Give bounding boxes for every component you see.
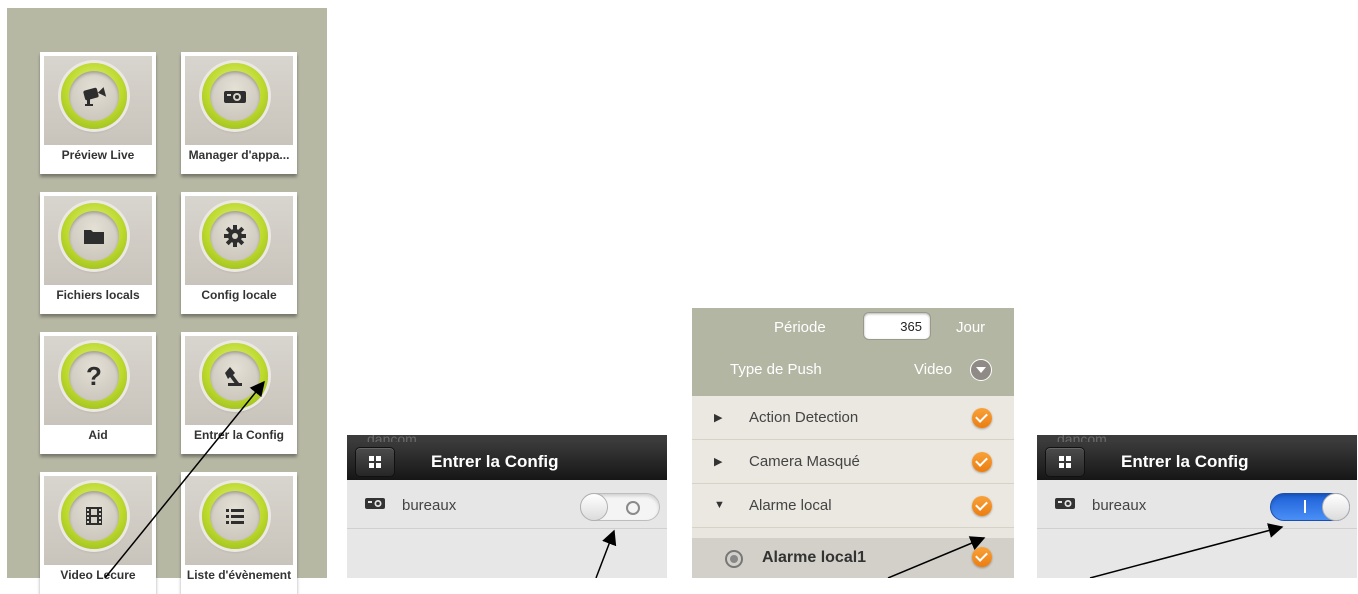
tile-preview-live[interactable]: Préview Live <box>40 52 156 174</box>
device-name: bureaux <box>1092 497 1147 514</box>
page-title: Entrer la Config <box>1121 452 1249 471</box>
video-camera-icon <box>83 87 107 106</box>
tile-label: Manager d'appa... <box>188 148 290 162</box>
config-panel-on: dancom Entrer la Config bureaux <box>1037 435 1357 578</box>
nav-bar: Entrer la Config <box>1037 442 1357 480</box>
tile-label: Config locale <box>201 288 277 302</box>
wrench-icon <box>225 367 242 386</box>
tile-device-manager[interactable]: Manager d'appa... <box>181 52 297 174</box>
list-item-camera-masque[interactable]: ▶ Camera Masqué <box>692 440 1014 484</box>
checkmark-icon[interactable] <box>972 408 992 428</box>
projector-icon <box>365 498 385 509</box>
tile-label: Fichiers locals <box>56 288 140 302</box>
periode-unit: Jour <box>956 319 986 336</box>
item-label: Alarme local <box>749 497 832 514</box>
tile-label: Video Lecure <box>60 568 136 582</box>
device-toggle[interactable] <box>580 493 660 521</box>
item-label: Alarme local1 <box>762 549 867 566</box>
tile-local-config[interactable]: Config locale <box>181 192 297 314</box>
periode-input[interactable]: 365 <box>863 312 931 340</box>
device-toggle[interactable] <box>1270 493 1350 521</box>
tile-aid[interactable]: ? Aid <box>40 332 156 454</box>
tile-video-playback[interactable]: Video Lecure <box>40 472 156 594</box>
chevron-right-icon: ▶ <box>714 412 723 424</box>
tile-label: Préview Live <box>61 148 135 162</box>
device-row[interactable]: bureaux <box>1037 480 1357 529</box>
film-icon <box>86 507 102 525</box>
tile-local-files[interactable]: Fichiers locals <box>40 192 156 314</box>
chevron-right-icon: ▶ <box>714 456 723 468</box>
list-item-alarme-local1[interactable]: Alarme local1 <box>692 538 1014 578</box>
push-type-value[interactable]: Video <box>914 361 952 378</box>
nav-bar: Entrer la Config <box>347 442 667 480</box>
item-label: Camera Masqué <box>749 453 860 470</box>
page-title: Entrer la Config <box>431 452 559 471</box>
list-item-action-detection[interactable]: ▶ Action Detection <box>692 396 1014 440</box>
projector-icon <box>1055 498 1075 509</box>
push-settings-panel: Période 365 Jour Type de Push Video ▶ Ac… <box>692 308 1014 578</box>
push-type-label: Type de Push <box>730 361 822 378</box>
checkmark-icon[interactable] <box>972 452 992 472</box>
grid-menu-button[interactable] <box>1045 447 1085 477</box>
device-name: bureaux <box>402 497 457 514</box>
chevron-down-icon[interactable] <box>970 359 992 381</box>
folder-icon <box>84 230 104 244</box>
checkmark-icon[interactable] <box>972 547 992 567</box>
config-panel-off: dancom Entrer la Config bureaux <box>347 435 667 578</box>
radio-bullet-icon <box>725 550 743 568</box>
chevron-down-icon: ▼ <box>714 499 725 511</box>
home-menu-panel: Préview Live Manager d'appa... Fichiers … <box>7 8 327 594</box>
gear-icon <box>224 225 246 247</box>
list-icon <box>226 509 244 524</box>
question-icon: ? <box>86 361 102 391</box>
tile-label: Liste d'évènement <box>186 568 292 582</box>
item-label: Action Detection <box>749 409 859 426</box>
grid-menu-button[interactable] <box>355 447 395 477</box>
tile-label: Aid <box>88 428 108 442</box>
device-row[interactable]: bureaux <box>347 480 667 529</box>
list-item-alarme-local[interactable]: ▼ Alarme local <box>692 484 1014 528</box>
tile-event-list[interactable]: Liste d'évènement <box>181 472 297 594</box>
checkmark-icon[interactable] <box>972 496 992 516</box>
projector-icon <box>224 91 246 103</box>
tile-label: Entrer la Config <box>193 428 284 442</box>
periode-label: Période <box>774 319 826 336</box>
tile-enter-config[interactable]: Entrer la Config <box>181 332 297 454</box>
